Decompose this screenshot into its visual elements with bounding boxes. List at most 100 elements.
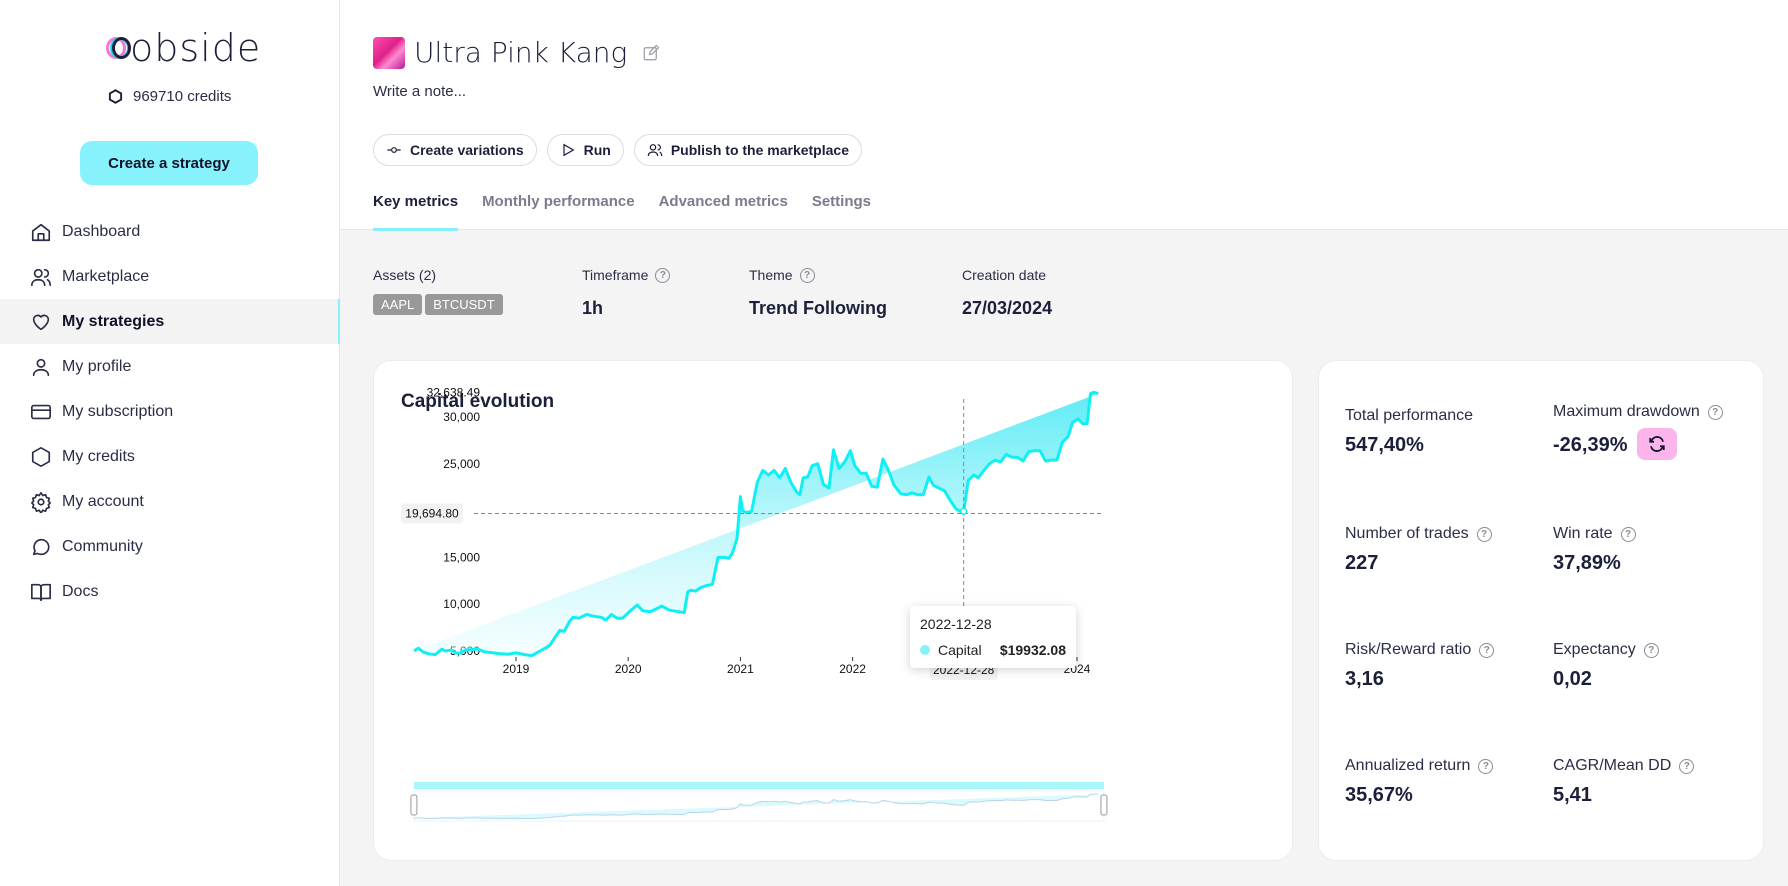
help-icon[interactable]: ? bbox=[1707, 404, 1723, 420]
play-icon bbox=[563, 143, 575, 157]
sidebar-item-dashboard[interactable]: Dashboard bbox=[0, 209, 340, 254]
create-variations-button[interactable]: Create variations bbox=[373, 134, 537, 166]
capital-evolution-card: Capital evolution 5,000 10,000 15,000 25,00… bbox=[373, 360, 1293, 861]
sidebar-item-docs[interactable]: Docs bbox=[0, 569, 340, 614]
x-tick-label: 2022 bbox=[839, 662, 866, 676]
metric-risk-reward: Risk/Reward ratio? 3,16 bbox=[1345, 641, 1495, 691]
create-strategy-button[interactable]: Create a strategy bbox=[80, 141, 258, 185]
refresh-drawdown-button[interactable] bbox=[1636, 428, 1677, 460]
zoom-handle-left[interactable] bbox=[410, 794, 418, 816]
tab-advanced-metrics[interactable]: Advanced metrics bbox=[659, 188, 788, 230]
series-dot-icon bbox=[920, 645, 930, 655]
y-tick-label: 15,000 bbox=[443, 550, 480, 564]
refresh-icon bbox=[1648, 436, 1665, 452]
sidebar-item-my-credits[interactable]: My credits bbox=[0, 434, 340, 479]
theme-label: Theme bbox=[749, 267, 793, 283]
sidebar-item-my-account[interactable]: My account bbox=[0, 479, 340, 524]
help-icon[interactable]: ? bbox=[1679, 758, 1695, 774]
x-tick-label: 2021 bbox=[727, 662, 754, 676]
tab-monthly-performance[interactable]: Monthly performance bbox=[482, 188, 635, 230]
timeframe-label-row: Timeframe? bbox=[582, 266, 749, 284]
sidebar-item-label: Dashboard bbox=[62, 222, 141, 240]
sidebar: obside 969710 credits Create a strategy … bbox=[0, 0, 340, 886]
metric-label: Annualized return bbox=[1345, 757, 1471, 774]
zoom-handle-right[interactable] bbox=[1100, 794, 1108, 816]
theme-field: Theme? Trend Following bbox=[749, 266, 962, 319]
key-metrics-card: Total performance 547,40% Maximum drawdo… bbox=[1318, 360, 1764, 861]
sidebar-item-label: Community bbox=[62, 537, 143, 555]
sidebar-item-label: My subscription bbox=[62, 402, 174, 420]
metric-value: 547,40% bbox=[1345, 434, 1424, 456]
y-tick-label: 10,000 bbox=[443, 597, 480, 611]
timeframe-label: Timeframe bbox=[582, 267, 649, 283]
metric-label: Maximum drawdown bbox=[1553, 403, 1700, 420]
metric-value: -26,39% bbox=[1553, 433, 1628, 456]
metric-value: 5,41 bbox=[1553, 784, 1592, 806]
help-icon[interactable]: ? bbox=[1478, 758, 1494, 774]
y-tick-label: 30,000 bbox=[443, 410, 480, 424]
metric-value: 3,16 bbox=[1345, 668, 1384, 690]
hexagon-icon bbox=[31, 446, 51, 467]
tooltip-series: Capital bbox=[938, 642, 982, 658]
sidebar-item-label: My account bbox=[62, 492, 144, 510]
users-icon bbox=[647, 144, 663, 157]
action-buttons: Create variations Run Publish to the mar… bbox=[373, 134, 862, 166]
edit-icon[interactable] bbox=[642, 44, 660, 62]
chat-bubble-icon bbox=[32, 538, 50, 555]
sidebar-item-community[interactable]: Community bbox=[0, 524, 340, 569]
metric-expectancy: Expectancy? 0,02 bbox=[1553, 641, 1659, 691]
sidebar-item-my-profile[interactable]: My profile bbox=[0, 344, 340, 389]
credits-text: 969710 credits bbox=[133, 88, 232, 105]
metric-label: CAGR/Mean DD bbox=[1553, 757, 1672, 774]
sidebar-item-label: My profile bbox=[62, 357, 132, 375]
sidebar-item-label: Marketplace bbox=[62, 267, 150, 285]
zoom-slider-bar bbox=[413, 782, 1104, 789]
home-icon bbox=[31, 223, 51, 241]
run-button[interactable]: Run bbox=[546, 134, 624, 166]
tab-settings[interactable]: Settings bbox=[812, 188, 871, 230]
tooltip-value: $19932.08 bbox=[999, 642, 1066, 658]
tab-key-metrics[interactable]: Key metrics bbox=[373, 188, 459, 231]
help-icon[interactable]: ? bbox=[1620, 526, 1636, 542]
x-tick-label: 2020 bbox=[615, 662, 642, 676]
book-icon bbox=[31, 583, 51, 601]
assets-label: Assets (2) bbox=[373, 267, 437, 283]
creation-label: Creation date bbox=[962, 267, 1047, 283]
hover-point bbox=[959, 507, 968, 515]
help-icon[interactable]: ? bbox=[799, 267, 815, 283]
hexagon-icon bbox=[108, 89, 123, 104]
credit-card-icon bbox=[31, 404, 51, 419]
obside-logo[interactable]: obside bbox=[106, 26, 261, 70]
metric-label: Win rate bbox=[1553, 525, 1613, 542]
metric-annualized-return: Annualized return? 35,67% bbox=[1345, 757, 1494, 807]
logo-mark-icon bbox=[106, 35, 132, 61]
metric-label: Total performance bbox=[1345, 407, 1474, 424]
strategy-meta: Assets (2) AAPL BTCUSDT Timeframe? 1h The… bbox=[373, 266, 1052, 319]
sidebar-item-marketplace[interactable]: Marketplace bbox=[0, 254, 340, 299]
creation-value: 27/03/2024 bbox=[962, 298, 1053, 318]
x-tick-label: 2019 bbox=[503, 662, 530, 676]
crosshair-y-label: 19,694.80 bbox=[405, 506, 459, 520]
strategy-title: Ultra Pink Kang bbox=[414, 36, 628, 69]
help-icon[interactable]: ? bbox=[1643, 642, 1659, 658]
y-max-label: 32,638.49 bbox=[427, 385, 481, 399]
sidebar-item-label: My strategies bbox=[62, 312, 165, 330]
sidebar-item-label: My credits bbox=[62, 447, 135, 465]
help-icon[interactable]: ? bbox=[1476, 526, 1492, 542]
help-icon[interactable]: ? bbox=[1479, 642, 1495, 658]
note-input[interactable]: Write a note... bbox=[373, 83, 466, 100]
timeframe-value: 1h bbox=[582, 298, 604, 318]
metric-label: Expectancy bbox=[1553, 641, 1636, 658]
heart-icon bbox=[32, 314, 50, 330]
credits-balance: 969710 credits bbox=[108, 88, 231, 105]
publish-button[interactable]: Publish to the marketplace bbox=[633, 134, 862, 166]
timeframe-field: Timeframe? 1h bbox=[582, 266, 749, 319]
sidebar-item-my-strategies[interactable]: My strategies bbox=[0, 299, 340, 344]
capital-chart[interactable]: 5,00010,00015,00025,00030,00032,638.4920… bbox=[374, 361, 1294, 862]
metric-value: 37,89% bbox=[1553, 552, 1621, 574]
sidebar-item-my-subscription[interactable]: My subscription bbox=[0, 389, 340, 434]
asset-chips: AAPL BTCUSDT bbox=[373, 294, 582, 315]
help-icon[interactable]: ? bbox=[655, 267, 671, 283]
metric-win-rate: Win rate? 37,89% bbox=[1553, 525, 1636, 575]
creation-date-field: Creation date 27/03/2024 bbox=[962, 266, 1052, 319]
